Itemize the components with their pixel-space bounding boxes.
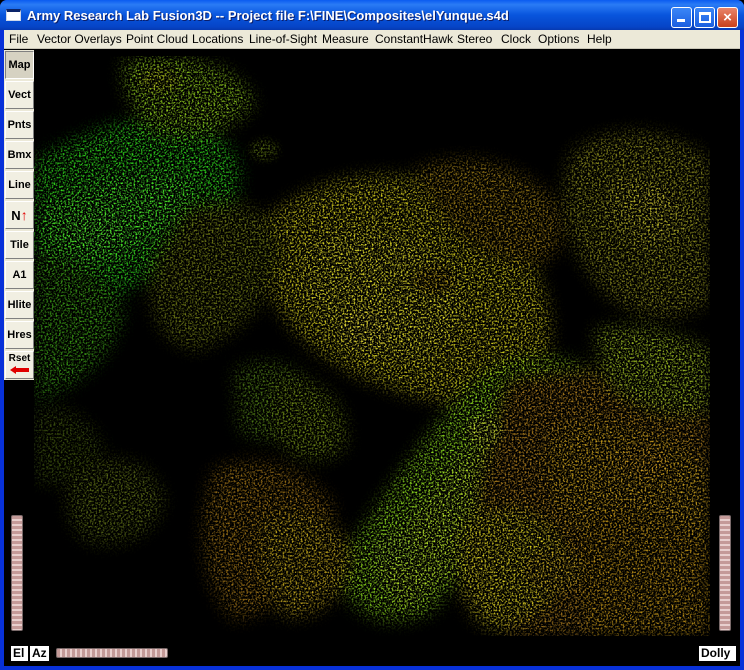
menu-locations[interactable]: Locations [192, 32, 243, 46]
close-button[interactable]: × [717, 7, 738, 28]
menu-measure[interactable]: Measure [322, 32, 369, 46]
menu-file[interactable]: File [9, 32, 28, 46]
azimuth-label: Az [29, 645, 50, 662]
line-button[interactable]: Line [5, 171, 34, 199]
bmx-button[interactable]: Bmx [5, 141, 34, 169]
elevation-label: El [10, 645, 29, 662]
close-icon: × [723, 9, 732, 26]
menu-constanthawk[interactable]: ConstantHawk [375, 32, 453, 46]
tile-button[interactable]: Tile [5, 231, 34, 259]
hres-button[interactable]: Hres [5, 321, 34, 349]
minimize-button[interactable] [671, 7, 692, 28]
north-label: N [11, 208, 21, 223]
menu-point-cloud[interactable]: Point Cloud [126, 32, 188, 46]
title-bar[interactable]: Army Research Lab Fusion3D -- Project fi… [0, 0, 744, 30]
maximize-button[interactable] [694, 7, 715, 28]
north-arrow-icon: ↑ [20, 207, 28, 223]
menu-options[interactable]: Options [538, 32, 579, 46]
azimuth-slider[interactable] [56, 648, 168, 658]
minimize-icon [677, 19, 685, 22]
window-title: Army Research Lab Fusion3D -- Project fi… [27, 8, 509, 23]
terrain-3d-viewport[interactable] [34, 50, 710, 636]
menu-vector-overlays[interactable]: Vector Overlays [37, 32, 122, 46]
maximize-icon [699, 12, 711, 23]
menu-bar: File Vector Overlays Point Cloud Locatio… [4, 30, 740, 49]
tool-strip: Map Vect Pnts Bmx Line N↑ Tile A1 Hlite … [4, 50, 34, 380]
vect-button[interactable]: Vect [5, 81, 34, 109]
reset-arrow-icon [10, 366, 29, 374]
app-window: Army Research Lab Fusion3D -- Project fi… [0, 0, 744, 670]
menu-help[interactable]: Help [587, 32, 612, 46]
menu-stereo[interactable]: Stereo [457, 32, 492, 46]
dolly-slider[interactable] [719, 515, 731, 631]
north-up-button[interactable]: N↑ [5, 201, 34, 229]
terrain-render [34, 50, 710, 636]
reset-button[interactable]: Rset [5, 351, 34, 379]
reset-label: Rset [8, 353, 31, 364]
hilite-button[interactable]: Hlite [5, 291, 34, 319]
app-window-icon [6, 9, 21, 21]
menu-clock[interactable]: Clock [501, 32, 531, 46]
dolly-label: Dolly [698, 645, 737, 662]
pnts-button[interactable]: Pnts [5, 111, 34, 139]
a1-button[interactable]: A1 [5, 261, 34, 289]
elevation-slider[interactable] [11, 515, 23, 631]
menu-line-of-sight[interactable]: Line-of-Sight [249, 32, 317, 46]
map-button[interactable]: Map [5, 51, 34, 79]
